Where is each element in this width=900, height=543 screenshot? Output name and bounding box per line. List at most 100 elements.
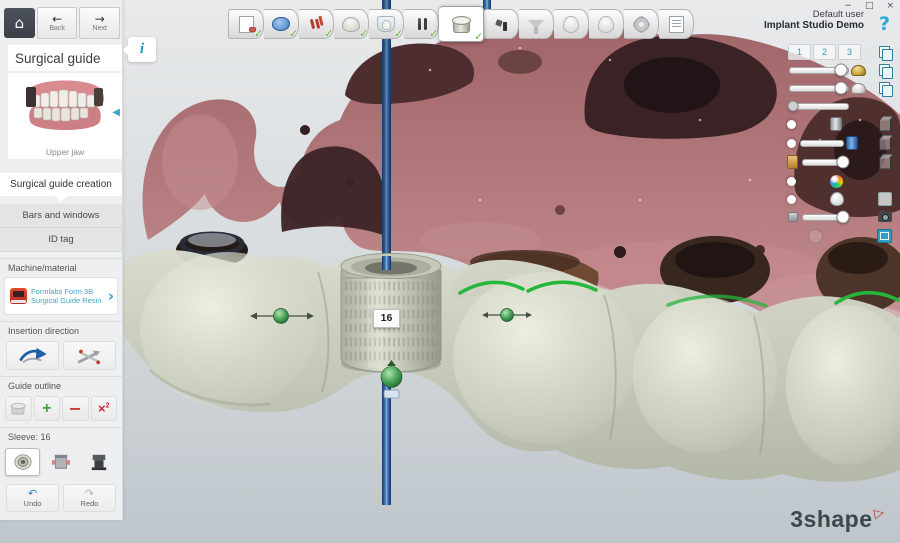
info-button[interactable]: i	[123, 37, 156, 62]
view-preset-3[interactable]: 3	[838, 44, 861, 60]
implant-planning-icon	[308, 18, 324, 31]
visibility-dot[interactable]	[787, 119, 796, 129]
guide-outline-preview-button[interactable]	[5, 396, 32, 421]
logo-triangle-icon: ▷	[872, 505, 886, 522]
guide-teeth-icon	[377, 16, 395, 32]
upper-jaw-icon	[851, 64, 866, 76]
sleeve-side-view-icon	[51, 454, 70, 469]
remove-outline-button[interactable]: −	[62, 396, 89, 421]
maximize-button[interactable]: □	[865, 0, 874, 12]
visibility-panel: 1 2 3	[782, 40, 894, 252]
visibility-dot[interactable]	[787, 138, 796, 148]
lower-jaw-opacity-slider[interactable]	[789, 81, 849, 95]
workflow-step-report[interactable]	[659, 9, 694, 39]
reset-insertion-direction-button[interactable]	[63, 341, 116, 370]
workflow-step-guide-teeth[interactable]: ✓	[369, 9, 404, 40]
insertion-direction-buttons	[0, 339, 122, 370]
color-model-row	[782, 173, 894, 189]
slider-handle[interactable]	[834, 63, 848, 77]
visibility-dot[interactable]	[787, 194, 796, 204]
slider-handle[interactable]	[787, 100, 799, 112]
home-button[interactable]: ⌂	[4, 8, 35, 38]
guide-outline-icon	[10, 402, 26, 414]
undo-icon: ↶	[27, 486, 38, 500]
copy-view-icon[interactable]	[879, 64, 893, 79]
clip-cube-icon[interactable]	[878, 138, 891, 151]
sidebar: ⌂ ← Back → Next Surgical guide ◀ Upper j…	[0, 0, 123, 520]
3shape-logo: 3shape▷	[790, 505, 886, 533]
project-name: Implant Studio Demo	[764, 20, 864, 31]
visibility-dot[interactable]	[787, 176, 796, 186]
clear-outline-button[interactable]: ×2	[90, 396, 117, 421]
view-2d3d-toggle-icon[interactable]	[877, 229, 892, 243]
user-info: Default user Implant Studio Demo	[764, 9, 864, 31]
tab-id-tag[interactable]: ID tag	[0, 228, 122, 252]
guide-outline-buttons: + − ×2	[0, 394, 122, 421]
workflow-step-scan-alignment[interactable]: ✓	[264, 9, 299, 40]
screenshot-camera-icon[interactable]	[877, 210, 892, 222]
guide-opacity-slider[interactable]	[802, 155, 850, 169]
color-sphere-icon	[830, 174, 843, 188]
tab-bars-and-windows[interactable]: Bars and windows	[0, 204, 122, 228]
workflow-step-tooth-b[interactable]	[589, 9, 624, 39]
add-outline-button[interactable]: +	[33, 396, 60, 421]
slider-handle[interactable]	[834, 81, 848, 95]
clip-cube-icon[interactable]	[878, 119, 891, 132]
workflow-step-id-tag[interactable]	[484, 9, 519, 39]
workflow-step-guide-outline[interactable]	[519, 9, 554, 39]
3d-viewport[interactable]	[0, 0, 900, 543]
sleeve-top-view-icon	[14, 454, 32, 470]
sleeve-type-top-button[interactable]	[5, 448, 41, 476]
redo-button[interactable]: ↷ Redo	[63, 484, 116, 512]
next-button[interactable]: → Next	[79, 7, 121, 39]
view-preset-2[interactable]: 2	[813, 44, 836, 60]
extra-tools-row	[782, 228, 894, 244]
workflow-step-tooth-a[interactable]	[554, 9, 589, 39]
copy-view-icon[interactable]	[879, 46, 893, 61]
printer-icon	[10, 288, 27, 304]
jaw-thumbnail[interactable]: ◀ Upper jaw	[8, 73, 122, 159]
scan-opacity-slider[interactable]	[787, 100, 849, 112]
guide-outline-funnel-icon	[528, 19, 544, 34]
slider-handle[interactable]	[836, 155, 850, 169]
tab-surgical-guide-creation[interactable]: Surgical guide creation	[0, 173, 122, 202]
scan-import-icon	[238, 15, 256, 33]
workflow-step-crown-design[interactable]: ✓	[334, 9, 369, 40]
back-arrow-icon: ←	[52, 12, 63, 26]
sleeve-opacity-slider[interactable]	[800, 139, 844, 147]
undo-button[interactable]: ↶ Undo	[6, 484, 59, 512]
sleeve-type-buttons	[0, 445, 122, 476]
faded-target-icon[interactable]	[808, 228, 823, 244]
workflow-step-abutments[interactable]: ✓	[404, 9, 439, 40]
machine-material-section-label: Machine/material	[0, 258, 122, 276]
sleeve-type-dark-button[interactable]	[82, 448, 117, 476]
workflow-step-sleeves[interactable]: ✓	[439, 6, 484, 43]
material-name: Surgical Guide Resin	[31, 296, 102, 305]
workflow-step-settings[interactable]	[624, 9, 659, 39]
check-icon: ✓	[289, 28, 298, 40]
nav-row: ⌂ ← Back → Next	[0, 0, 122, 43]
sleeve-type-side-button[interactable]	[43, 448, 78, 476]
set-insertion-from-view-button[interactable]	[6, 341, 59, 370]
copy-view-icon[interactable]	[879, 82, 893, 97]
back-button[interactable]: ← Back	[36, 7, 78, 39]
check-icon: ✓	[359, 28, 368, 40]
guide-material-icon	[787, 155, 798, 169]
thumbnail-expand-arrow[interactable]: ◀	[112, 107, 120, 118]
view-preset-1[interactable]: 1	[788, 44, 811, 60]
close-button[interactable]: ×	[886, 0, 894, 12]
workflow-step-scan-import[interactable]: ✓	[228, 9, 264, 40]
machine-material-button[interactable]: Formlabs Form 3B Surgical Guide Resin ›	[4, 277, 118, 315]
tooth-visibility-row	[782, 191, 894, 207]
section-slider[interactable]	[802, 210, 850, 224]
info-icon: i	[139, 41, 145, 57]
ghost-model-icon[interactable]	[877, 192, 892, 206]
upper-jaw-opacity-slider[interactable]	[789, 63, 849, 77]
workflow-step-implant-planning[interactable]: ✓	[299, 9, 334, 40]
clip-cube-icon[interactable]	[878, 157, 891, 170]
help-button[interactable]: ?	[879, 13, 890, 35]
minimize-button[interactable]: −	[844, 0, 852, 12]
insertion-view-arrow-icon	[18, 347, 47, 363]
clear-sup: 2	[105, 402, 110, 410]
slider-handle[interactable]	[836, 210, 850, 224]
